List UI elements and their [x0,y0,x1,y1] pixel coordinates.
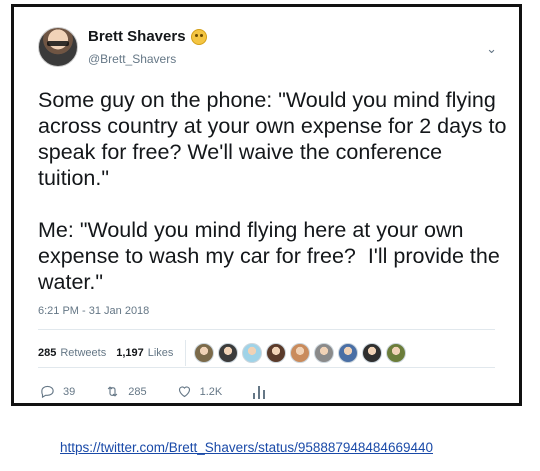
reply-icon [41,385,54,399]
avatar[interactable] [38,27,78,67]
liker-avatar[interactable] [386,343,407,363]
heart-icon [178,386,190,398]
like-button[interactable]: 1.2K [177,384,223,399]
emoji-icon [190,28,207,45]
author-row: Brett Shavers [88,28,207,45]
liker-avatar[interactable] [314,343,335,363]
liker-avatar[interactable] [290,343,311,363]
likes-count: 1,197 [116,347,144,359]
retweets-count: 285 [38,347,57,359]
analytics-button[interactable] [252,385,266,399]
divider [38,367,495,368]
retweets-label: Retweets [60,347,107,359]
author-name[interactable]: Brett Shavers [88,28,186,45]
retweet-count: 285 [128,385,147,398]
chevron-down-icon[interactable]: ⌄ [486,41,497,57]
stats-separator [185,340,187,366]
author-handle[interactable]: @Brett_Shavers [88,52,176,66]
source-link[interactable]: https://twitter.com/Brett_Shavers/status… [60,440,433,455]
liker-avatar[interactable] [266,343,287,363]
liker-avatars [194,343,407,363]
tweet-card: Brett Shavers @Brett_Shavers ⌄ Some guy … [11,4,522,406]
likes-label: Likes [147,347,174,359]
divider [38,329,495,330]
retweet-button[interactable]: 285 [105,384,147,399]
retweet-icon [107,386,118,397]
reply-count: 39 [63,385,76,398]
like-count: 1.2K [199,385,223,398]
tweet-timestamp[interactable]: 6:21 PM - 31 Jan 2018 [38,305,149,317]
reply-button[interactable]: 39 [40,384,75,399]
tweet-actions: 39 285 1.2K [40,384,296,399]
analytics-icon [252,385,266,399]
liker-avatar[interactable] [362,343,383,363]
liker-avatar[interactable] [242,343,263,363]
likes-stat[interactable]: 1,197 Likes [116,347,173,359]
liker-avatar[interactable] [218,343,239,363]
liker-avatar[interactable] [338,343,359,363]
engagement-stats: 285 Retweets 1,197 Likes [38,340,407,366]
liker-avatar[interactable] [194,343,215,363]
retweets-stat[interactable]: 285 Retweets [38,347,106,359]
tweet-text: Some guy on the phone: "Would you mind f… [38,88,507,294]
